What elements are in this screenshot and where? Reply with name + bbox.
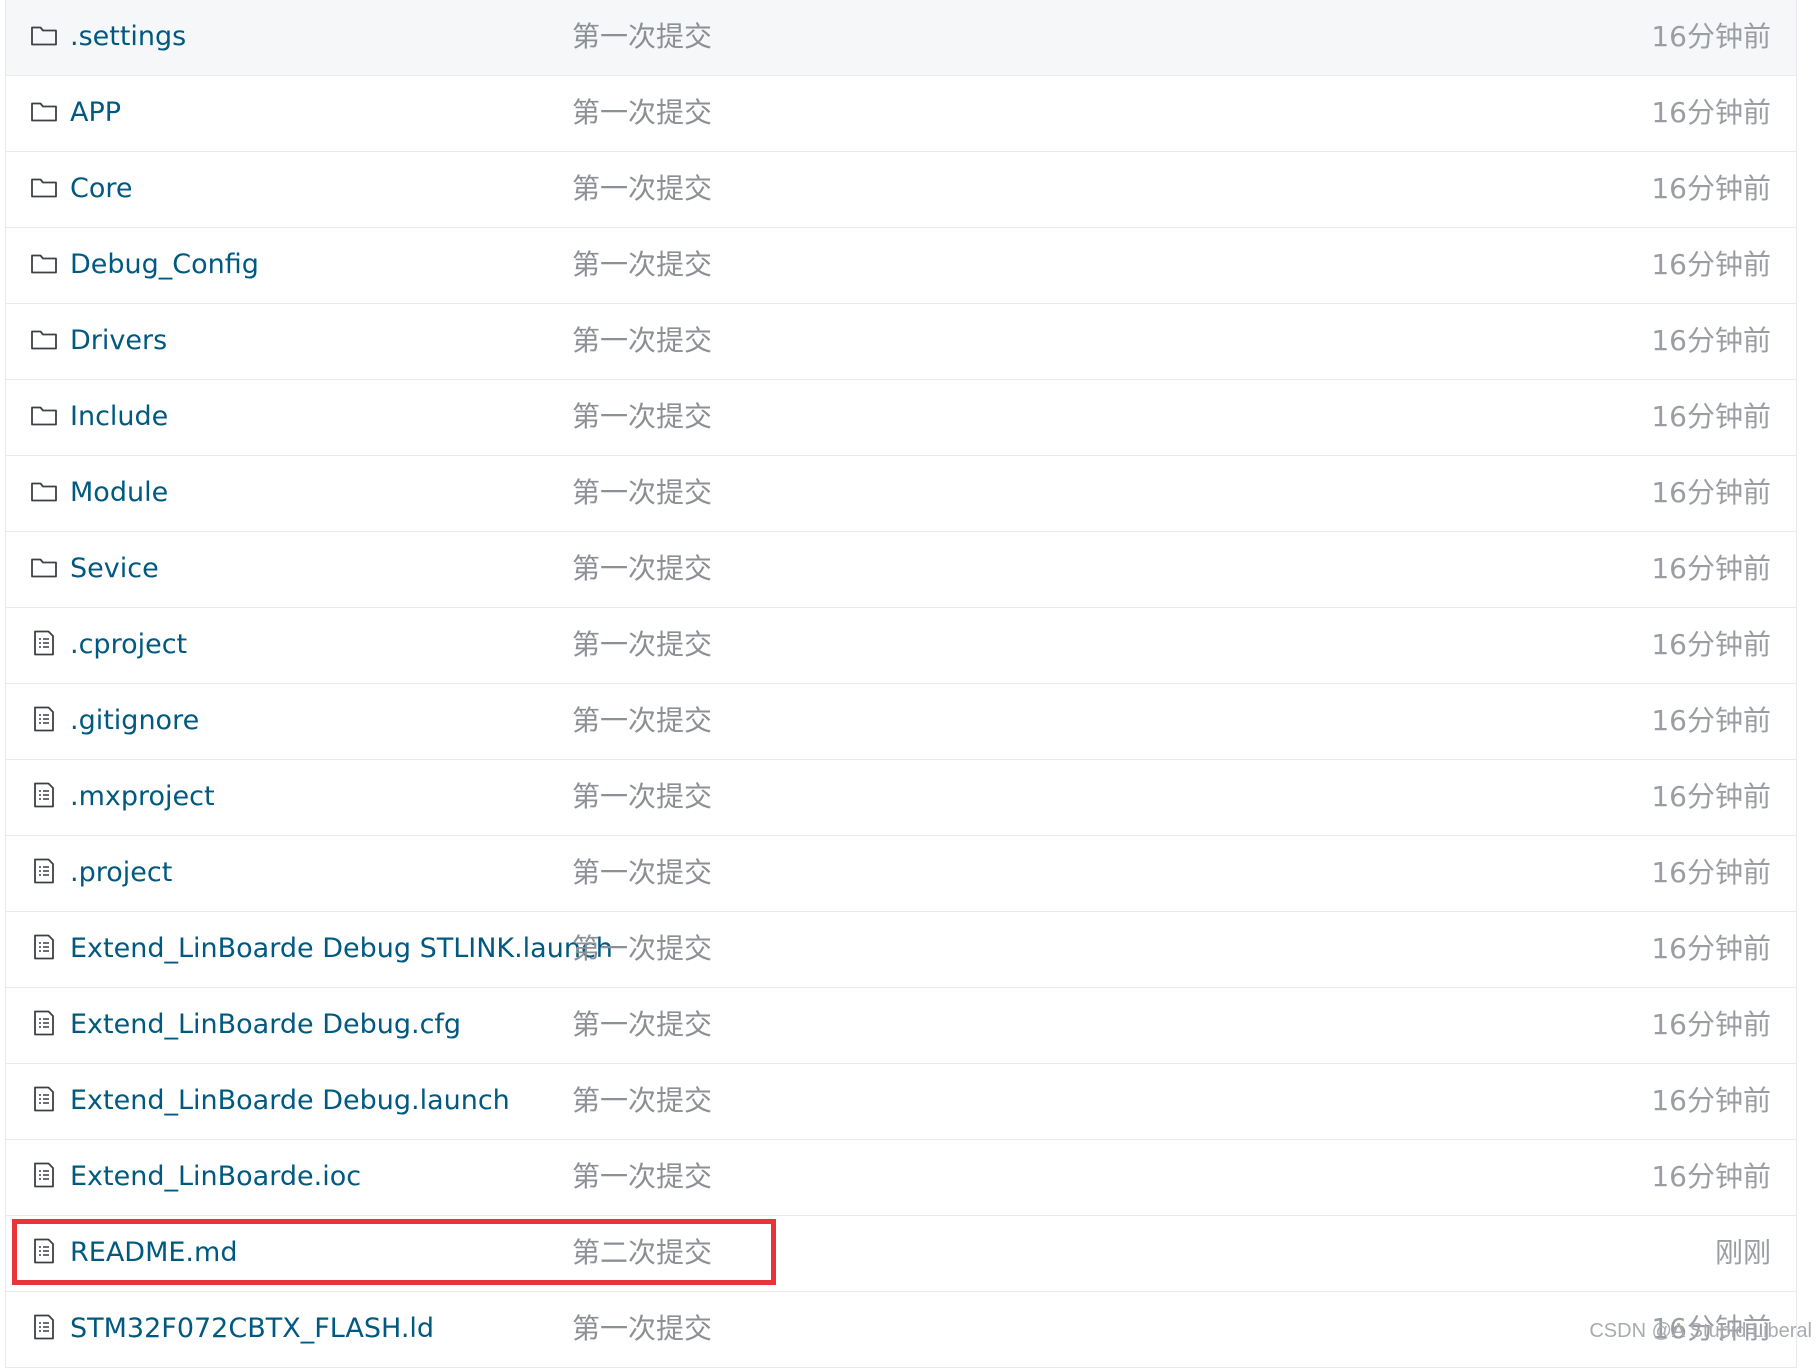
file-row[interactable]: .gitignore 第一次提交 16分钟前 [6, 684, 1796, 760]
file-name[interactable]: Debug_Config [70, 228, 259, 303]
file-name[interactable]: .cproject [70, 608, 187, 683]
commit-message[interactable]: 第一次提交 [572, 1140, 712, 1215]
file-name[interactable]: Sevice [70, 532, 159, 607]
file-icon [30, 857, 58, 885]
file-row[interactable]: STM32F072CBTX_FLASH.ld 第一次提交 16分钟前 [6, 1292, 1796, 1368]
file-row[interactable]: .project 第一次提交 16分钟前 [6, 836, 1796, 912]
file-name[interactable]: STM32F072CBTX_FLASH.ld [70, 1292, 434, 1367]
commit-message[interactable]: 第二次提交 [572, 1216, 712, 1291]
file-icon [30, 1237, 58, 1265]
commit-message[interactable]: 第一次提交 [572, 228, 712, 303]
file-row[interactable]: Include 第一次提交 16分钟前 [6, 380, 1796, 456]
file-icon [30, 705, 58, 733]
file-name[interactable]: README.md [70, 1216, 237, 1291]
commit-message[interactable]: 第一次提交 [572, 684, 712, 759]
file-row[interactable]: .mxproject 第一次提交 16分钟前 [6, 760, 1796, 836]
file-name[interactable]: Drivers [70, 304, 167, 379]
commit-message[interactable]: 第一次提交 [572, 912, 712, 987]
commit-time: 16分钟前 [1651, 324, 1771, 357]
commit-time: 16分钟前 [1651, 400, 1771, 433]
file-row[interactable]: .cproject 第一次提交 16分钟前 [6, 608, 1796, 684]
commit-time: 刚刚 [1714, 1236, 1771, 1269]
file-name[interactable]: .settings [70, 0, 186, 75]
commit-message[interactable]: 第一次提交 [572, 380, 712, 455]
commit-time: 16分钟前 [1651, 1008, 1771, 1041]
file-icon [30, 629, 58, 657]
file-icon [30, 1009, 58, 1037]
commit-message[interactable]: 第一次提交 [572, 836, 712, 911]
file-name[interactable]: Extend_LinBoarde Debug.launch [70, 1064, 510, 1139]
folder-icon [30, 325, 58, 353]
commit-time: 16分钟前 [1651, 780, 1771, 813]
file-icon [30, 781, 58, 809]
watermark: CSDN @A Stupid Liberal [1589, 1320, 1812, 1342]
commit-message[interactable]: 第一次提交 [572, 1064, 712, 1139]
commit-time: 16分钟前 [1651, 628, 1771, 661]
commit-message[interactable]: 第一次提交 [572, 532, 712, 607]
file-row[interactable]: Extend_LinBoarde Debug.cfg 第一次提交 16分钟前 [6, 988, 1796, 1064]
folder-icon [30, 173, 58, 201]
commit-message[interactable]: 第一次提交 [572, 304, 712, 379]
folder-icon [30, 97, 58, 125]
file-row[interactable]: Extend_LinBoarde.ioc 第一次提交 16分钟前 [6, 1140, 1796, 1216]
file-name[interactable]: APP [70, 76, 121, 151]
file-row-readme[interactable]: README.md 第二次提交 刚刚 [6, 1216, 1796, 1292]
file-icon [30, 1161, 58, 1189]
file-name[interactable]: Extend_LinBoarde Debug STLINK.launch [70, 912, 613, 987]
folder-icon [30, 401, 58, 429]
commit-time: 16分钟前 [1651, 1160, 1771, 1193]
commit-message[interactable]: 第一次提交 [572, 608, 712, 683]
commit-time: 16分钟前 [1651, 552, 1771, 585]
file-icon [30, 933, 58, 961]
commit-time: 16分钟前 [1651, 932, 1771, 965]
file-name[interactable]: Extend_LinBoarde Debug.cfg [70, 988, 461, 1063]
commit-message[interactable]: 第一次提交 [572, 152, 712, 227]
commit-message[interactable]: 第一次提交 [572, 0, 712, 75]
commit-time: 16分钟前 [1651, 1084, 1771, 1117]
commit-message[interactable]: 第一次提交 [572, 1292, 712, 1367]
folder-icon [30, 249, 58, 277]
commit-time: 16分钟前 [1651, 20, 1771, 53]
folder-icon [30, 553, 58, 581]
commit-time: 16分钟前 [1651, 96, 1771, 129]
commit-time: 16分钟前 [1651, 476, 1771, 509]
file-name[interactable]: Core [70, 152, 133, 227]
commit-time: 16分钟前 [1651, 248, 1771, 281]
file-name[interactable]: Extend_LinBoarde.ioc [70, 1140, 361, 1215]
commit-message[interactable]: 第一次提交 [572, 760, 712, 835]
commit-message[interactable]: 第一次提交 [572, 456, 712, 531]
file-row[interactable]: APP 第一次提交 16分钟前 [6, 76, 1796, 152]
file-row[interactable]: Debug_Config 第一次提交 16分钟前 [6, 228, 1796, 304]
file-row[interactable]: Module 第一次提交 16分钟前 [6, 456, 1796, 532]
folder-icon [30, 477, 58, 505]
file-name[interactable]: .mxproject [70, 760, 215, 835]
file-row[interactable]: Drivers 第一次提交 16分钟前 [6, 304, 1796, 380]
file-row[interactable]: Extend_LinBoarde Debug.launch 第一次提交 16分钟… [6, 1064, 1796, 1140]
commit-message[interactable]: 第一次提交 [572, 988, 712, 1063]
file-name[interactable]: Include [70, 380, 168, 455]
commit-time: 16分钟前 [1651, 172, 1771, 205]
file-list: .settings 第一次提交 16分钟前 APP 第一次提交 16分钟前 Co… [5, 0, 1797, 1368]
file-row[interactable]: Extend_LinBoarde Debug STLINK.launch 第一次… [6, 912, 1796, 988]
file-row[interactable]: Core 第一次提交 16分钟前 [6, 152, 1796, 228]
commit-time: 16分钟前 [1651, 856, 1771, 889]
file-name[interactable]: .project [70, 836, 172, 911]
commit-message[interactable]: 第一次提交 [572, 76, 712, 151]
file-icon [30, 1313, 58, 1341]
file-row[interactable]: .settings 第一次提交 16分钟前 [6, 0, 1796, 76]
file-row[interactable]: Sevice 第一次提交 16分钟前 [6, 532, 1796, 608]
file-name[interactable]: .gitignore [70, 684, 199, 759]
commit-time: 16分钟前 [1651, 704, 1771, 737]
file-name[interactable]: Module [70, 456, 168, 531]
folder-icon [30, 21, 58, 49]
file-icon [30, 1085, 58, 1113]
